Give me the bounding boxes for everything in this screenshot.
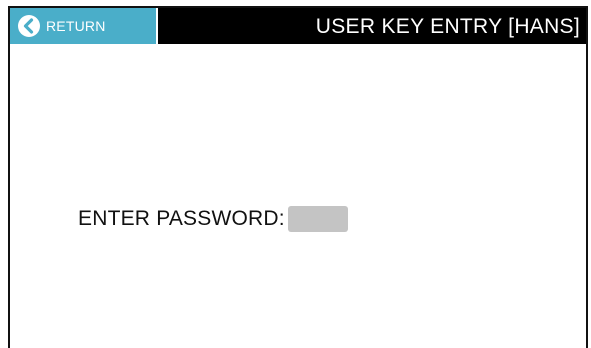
title-bar: RETURN USER KEY ENTRY [HANS] [10,8,586,44]
return-label: RETURN [46,18,106,34]
user-key-entry-screen: RETURN USER KEY ENTRY [HANS] ENTER PASSW… [0,0,591,348]
screen-title: USER KEY ENTRY [HANS] [315,15,580,38]
password-row: ENTER PASSWORD: [78,205,348,233]
password-input[interactable] [287,206,348,232]
password-label: ENTER PASSWORD: [78,207,285,230]
chevron-left-circle-icon [17,14,41,38]
return-button[interactable]: RETURN [10,8,158,44]
screen-frame: RETURN USER KEY ENTRY [HANS] ENTER PASSW… [8,6,588,348]
